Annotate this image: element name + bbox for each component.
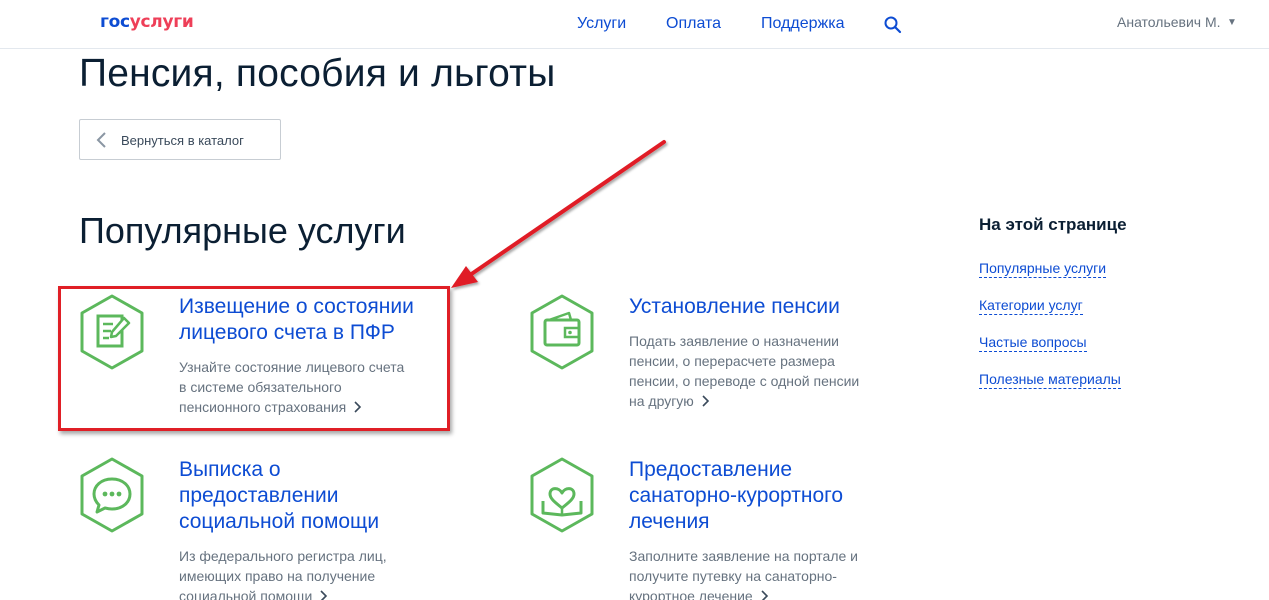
- service-desc-line: социальной помощи: [179, 588, 313, 600]
- chevron-left-icon: [96, 132, 106, 148]
- service-title-line: Выписка о: [179, 458, 281, 481]
- service-title-line: Извещение о состоянии: [179, 295, 414, 318]
- service-title-line: Установление пенсии: [629, 295, 840, 318]
- service-title[interactable]: Предоставление санаторно-курортного лече…: [629, 457, 929, 535]
- aside-title: На этой странице: [979, 215, 1127, 234]
- user-menu-caret-icon[interactable]: ▼: [1227, 17, 1237, 28]
- service-title[interactable]: Извещение о состоянии лицевого счета в П…: [179, 294, 469, 346]
- service-title-line: Предоставление: [629, 458, 793, 481]
- service-description: Из федерального регистра лиц, имеющих пр…: [179, 546, 459, 600]
- service-desc-line: получите путевку на санаторно-: [629, 568, 837, 584]
- aside-link-faq[interactable]: Частые вопросы: [979, 333, 1087, 352]
- document-edit-icon: [80, 294, 144, 370]
- service-title-line: предоставлении: [179, 484, 339, 507]
- heart-book-icon: [530, 457, 594, 533]
- service-desc-line: курортное лечение: [629, 588, 753, 600]
- service-desc-line: Узнайте состояние лицевого счета: [179, 359, 405, 375]
- service-title-line: санаторно-курортного: [629, 484, 844, 507]
- chevron-right-icon[interactable]: [700, 395, 710, 407]
- chat-bubble-icon: [80, 457, 144, 533]
- service-title[interactable]: Установление пенсии: [629, 294, 929, 320]
- service-description: Подать заявление о назначении пенсии, о …: [629, 331, 919, 411]
- service-desc-line: пенсии, о перерасчете размера: [629, 353, 835, 369]
- section-title-popular: Популярные услуги: [79, 210, 406, 251]
- service-desc-line: пенсионного страхования: [179, 399, 347, 415]
- aside-link-popular[interactable]: Популярные услуги: [979, 259, 1107, 278]
- service-desc-line: имеющих право на получение: [179, 568, 376, 584]
- service-desc-line: пенсии, о переводе с одной пенсии: [629, 373, 860, 389]
- logo-part-gos: гос: [100, 12, 130, 32]
- service-title[interactable]: Выписка о предоставлении социальной помо…: [179, 457, 479, 535]
- nav-payment[interactable]: Оплата: [666, 15, 721, 33]
- service-title-line: лечения: [629, 510, 710, 533]
- service-title-line: социальной помощи: [179, 510, 380, 533]
- service-description: Узнайте состояние лицевого счета в систе…: [179, 357, 459, 417]
- back-to-catalog-button[interactable]: Вернуться в каталог: [79, 119, 281, 160]
- chevron-right-icon[interactable]: [759, 590, 769, 600]
- service-desc-line: на другую: [629, 393, 694, 409]
- service-description: Заполните заявление на портале и получит…: [629, 546, 919, 600]
- nav-support[interactable]: Поддержка: [761, 15, 844, 33]
- service-title-line: лицевого счета в ПФР: [179, 321, 395, 344]
- service-desc-line: Заполните заявление на портале и: [629, 548, 858, 564]
- aside-link-categories[interactable]: Категории услуг: [979, 296, 1083, 315]
- wallet-icon: [530, 294, 594, 370]
- aside-link-materials[interactable]: Полезные материалы: [979, 370, 1121, 389]
- service-desc-line: в системе обязательного: [179, 379, 342, 395]
- nav-services[interactable]: Услуги: [577, 15, 626, 33]
- user-name[interactable]: Анатольевич М.: [1117, 14, 1221, 30]
- page-title: Пенсия, пособия и льготы: [79, 52, 556, 95]
- search-icon[interactable]: [884, 16, 902, 34]
- gosuslugi-logo[interactable]: госуслуги: [100, 12, 194, 32]
- service-desc-line: Из федерального регистра лиц,: [179, 548, 387, 564]
- service-desc-line: Подать заявление о назначении: [629, 333, 839, 349]
- chevron-right-icon[interactable]: [352, 401, 362, 413]
- top-header: госуслуги Услуги Оплата Поддержка Анатол…: [0, 0, 1269, 49]
- logo-part-uslugi: услуги: [129, 12, 194, 32]
- chevron-right-icon[interactable]: [318, 590, 328, 600]
- back-button-label: Вернуться в каталог: [121, 133, 244, 148]
